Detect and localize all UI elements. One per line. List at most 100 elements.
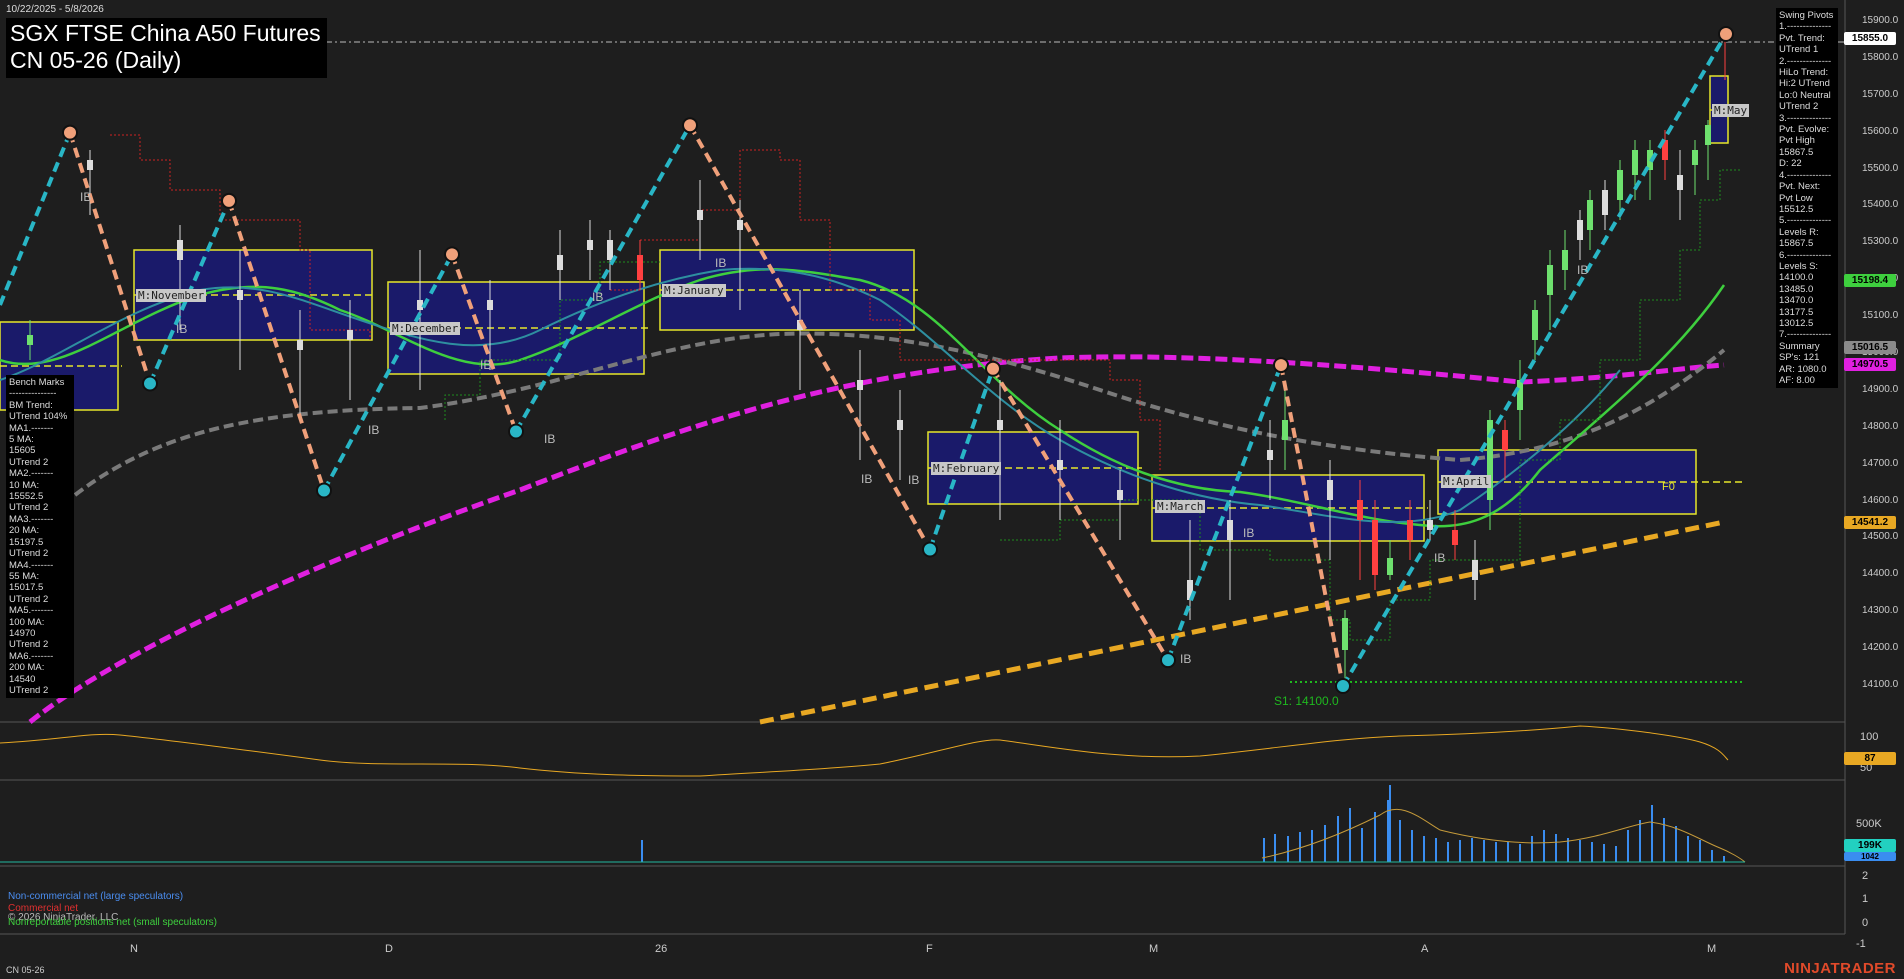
price-tick: 14700.0 <box>1862 457 1899 469</box>
bench-panel-line: --------------- <box>9 388 57 400</box>
swing-panel-line: Hi:2 UTrend <box>1779 78 1830 90</box>
bench-panel-line: MA5.------- <box>9 605 54 617</box>
bench-panel-line: 5 MA: <box>9 434 34 446</box>
swing-panel-line: Pvt. Next: <box>1779 181 1821 193</box>
month-label: M:November <box>136 289 207 302</box>
swing-low-marker <box>1335 678 1351 694</box>
support-label: S1: 14100.0 <box>1274 694 1339 708</box>
swing-panel-line: 2.-------------- <box>1779 55 1832 67</box>
candle-body <box>1407 520 1413 540</box>
swing-high-marker <box>682 117 698 134</box>
bench-panel-line: MA4.------- <box>9 559 54 571</box>
footer-symbol: CN 05-26 <box>6 965 45 975</box>
swing-panel-line: AR: 1080.0 <box>1779 363 1827 375</box>
inside-bar-label: IB <box>1180 652 1192 666</box>
price-tag: 15016.5 <box>1844 340 1896 354</box>
candle-body <box>1372 520 1378 575</box>
bench-panel-line: 14970 <box>9 627 36 639</box>
price-tick: 15100.0 <box>1862 310 1899 322</box>
swing-panel-line: D: 22 <box>1779 158 1802 170</box>
date-range: 10/22/2025 - 5/8/2026 <box>6 4 104 15</box>
price-tick: 14100.0 <box>1862 679 1899 690</box>
swing-panel-line: Summary <box>1779 340 1820 352</box>
candle-body <box>27 335 33 345</box>
swing-panel-line: Pvt High <box>1779 135 1815 147</box>
inside-bar-label: IB <box>1434 551 1446 565</box>
candle-body <box>1532 310 1538 340</box>
swing-panel-line: 7.-------------- <box>1779 329 1832 341</box>
bench-panel-line: UTrend 2 <box>9 548 49 560</box>
candle-body <box>1282 420 1288 440</box>
month-label: M:January <box>662 284 726 297</box>
swing-panel-line: 13177.5 <box>1779 306 1814 318</box>
candle-body <box>177 240 183 260</box>
candle-body <box>297 340 303 350</box>
inside-bar-label: IB <box>861 472 873 486</box>
inside-bar-label: IB <box>908 473 920 487</box>
bench-panel-line: 100 MA: <box>9 616 45 628</box>
inside-bar-label: IB <box>176 322 188 336</box>
candle-body <box>237 290 243 300</box>
candle-body <box>1562 250 1568 270</box>
swing-panel-line: 15867.5 <box>1779 146 1814 158</box>
candle-body <box>487 300 493 310</box>
candle-body <box>1617 170 1623 200</box>
candle-body <box>417 300 423 310</box>
candle-body <box>1517 380 1523 410</box>
swing-panel-line: Levels R: <box>1779 226 1819 238</box>
candle-body <box>1452 530 1458 545</box>
swing-high-marker <box>1718 25 1734 42</box>
osc-tick-100: 100 <box>1860 731 1879 743</box>
inside-bar-label: IB <box>1243 526 1255 540</box>
swing-panel-line: Pvt. Trend: <box>1779 32 1825 44</box>
candle-body <box>1267 450 1273 460</box>
swing-panel-line: UTrend 2 <box>1779 101 1819 113</box>
price-tick: 14600.0 <box>1862 494 1899 506</box>
volume-tag: 199K <box>1844 839 1896 852</box>
price-tick: 14200.0 <box>1862 642 1899 654</box>
candle-body <box>347 330 353 340</box>
candle-body <box>87 160 93 170</box>
time-tick: F <box>926 943 933 955</box>
swing-panel-line: Lo:0 Neutral <box>1779 89 1831 101</box>
swing-low-marker <box>1160 652 1176 669</box>
candle-body <box>1547 265 1553 295</box>
bench-panel-line: UTrend 2 <box>9 593 49 605</box>
time-tick: A <box>1421 943 1429 955</box>
swing-panel-line: UTrend 1 <box>1779 44 1819 56</box>
cot-tick-2: 2 <box>1862 870 1869 882</box>
swing-panel-line: 6.-------------- <box>1779 249 1832 261</box>
price-chart[interactable] <box>0 0 1904 979</box>
candle-body <box>1227 520 1233 540</box>
swing-panel-line: 15867.5 <box>1779 238 1814 250</box>
inside-bar-label: IB <box>592 290 604 304</box>
bench-panel-line: UTrend 2 <box>9 639 49 651</box>
candle-body <box>1117 490 1123 500</box>
swing-low-marker <box>142 375 158 392</box>
price-tick: 15400.0 <box>1862 199 1899 211</box>
bench-panel-line: 15605 <box>9 445 36 457</box>
swing-panel-line: 13470.0 <box>1779 295 1814 307</box>
volume-tag-secondary: 1042 <box>1844 852 1896 861</box>
candle-body <box>1387 558 1393 575</box>
price-tick: 15600.0 <box>1862 125 1899 137</box>
candle-body <box>997 420 1003 430</box>
price-tag: 14541.2 <box>1844 516 1896 530</box>
bench-panel-line: 14540 <box>9 673 36 685</box>
swing-panel-line: Swing Pivots <box>1779 10 1834 21</box>
candle-body <box>637 255 643 280</box>
inside-bar-label: IB <box>544 432 556 446</box>
swing-panel-line: Pvt. Evolve: <box>1779 124 1830 136</box>
bench-panel-line: MA6.------- <box>9 650 54 662</box>
swing-high-marker <box>1273 357 1289 374</box>
bench-panel-line: 15017.5 <box>9 582 44 594</box>
chart-title: SGX FTSE China A50 Futures CN 05-26 (Dai… <box>6 18 327 78</box>
swing-panel-line: Levels S: <box>1779 260 1819 272</box>
bench-panel-line: BM Trend: <box>9 399 53 411</box>
candle-body <box>1602 190 1608 215</box>
volume-tick-500k: 500K <box>1856 818 1882 830</box>
price-tick: 15700.0 <box>1862 88 1899 100</box>
benchmarks-panel: Bench Marks --------------- BM Trend: UTren… <box>6 375 74 699</box>
time-tick: D <box>385 943 393 955</box>
candle-body <box>897 420 903 430</box>
